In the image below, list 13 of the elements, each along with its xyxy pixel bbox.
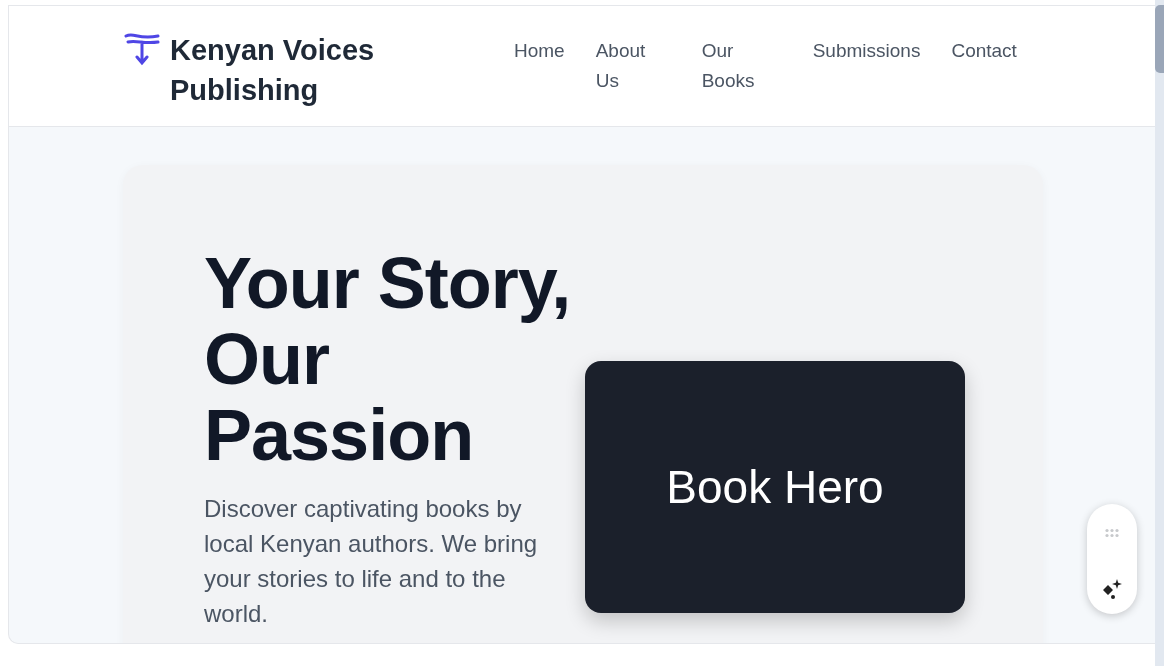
- nav-link[interactable]: Contact: [951, 36, 1017, 96]
- nav-link[interactable]: About Us: [595, 36, 671, 96]
- brand-name: Kenyan Voices Publishing: [170, 33, 376, 108]
- logo-icon: [124, 32, 162, 68]
- placeholder-label: Book Hero: [666, 460, 884, 514]
- scrollbar[interactable]: [1155, 0, 1164, 666]
- nav-link[interactable]: Submissions: [812, 36, 921, 96]
- hero-title: Your Story, Our Passion: [204, 245, 572, 473]
- sparkle-icon[interactable]: [1101, 578, 1123, 600]
- hero-text: Discover captivating books by local Kenyan authors. We bring your stories to life and to the world.: [204, 494, 539, 629]
- drag-handle-icon[interactable]: [1104, 528, 1120, 538]
- nav-link[interactable]: Our Books: [701, 36, 782, 96]
- nav-link[interactable]: Home: [514, 36, 565, 96]
